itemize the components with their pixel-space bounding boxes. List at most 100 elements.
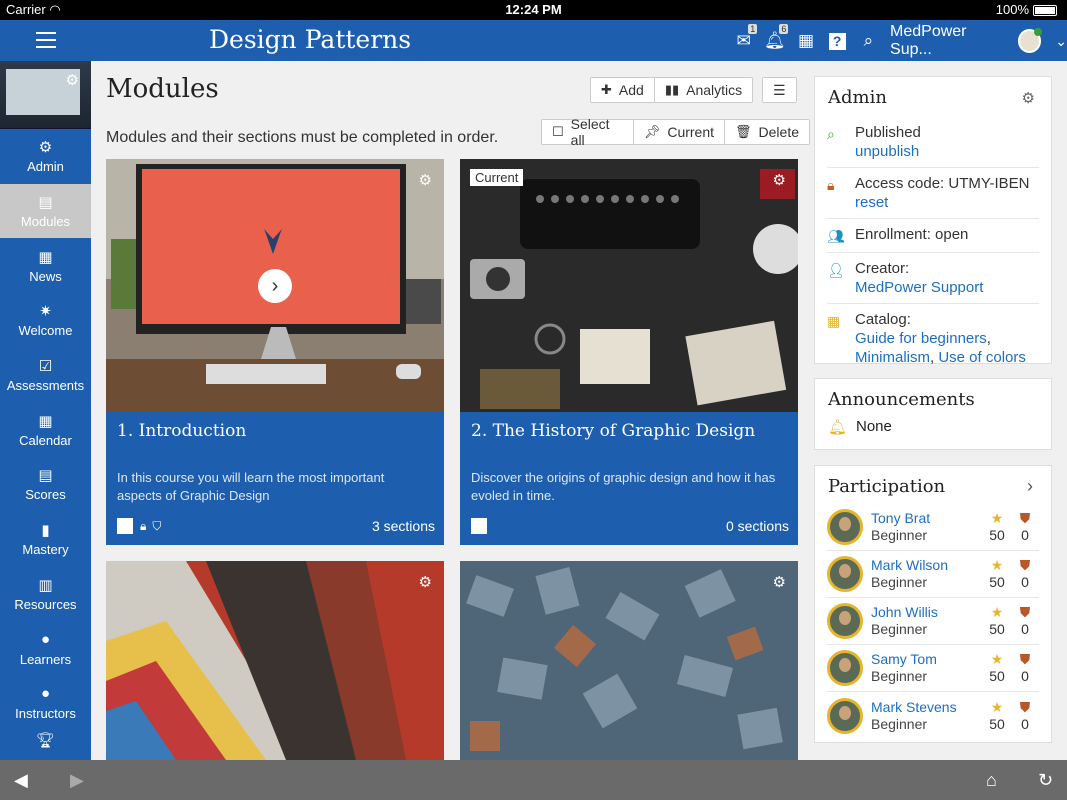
chevron-down-icon[interactable]: ⌄ <box>1055 33 1067 50</box>
list-view-button[interactable]: ☰ <box>763 78 796 102</box>
trash-icon: 🗑︎ <box>735 124 752 139</box>
sidebar-item-calendar[interactable]: ▦ Calendar <box>0 402 91 457</box>
catalog-link-beginners[interactable]: Guide for beginners <box>855 330 987 347</box>
participant-row[interactable]: Tony Brat Beginner ★ 50 ⛊ 0 <box>827 504 1039 551</box>
access-code: Access code: UTMY-IBEN <box>855 175 1030 192</box>
bell-icon[interactable]: 🔔︎ 6 <box>759 24 790 54</box>
module-description: In this course you will learn the most i… <box>117 470 385 503</box>
sidebar-item-admin[interactable]: ⚙ Admin <box>0 129 91 184</box>
module-card-history[interactable]: Current ⚙ 2. The History of Graphic Desi… <box>460 159 798 545</box>
sidebar-item-modules[interactable]: ▤ Modules <box>0 183 91 239</box>
checkbox-icon: ☑ <box>38 358 53 376</box>
calendar-icon[interactable]: ▦ <box>790 28 821 54</box>
catalog-link-minimalism[interactable]: Minimalism <box>855 349 930 366</box>
sidebar-item-news[interactable]: ▦ News <box>0 238 91 293</box>
help-icon[interactable]: ? <box>822 28 853 54</box>
participant-row[interactable]: Mark Stevens Beginner ★ 50 ⛊ 0 <box>827 692 1039 739</box>
user-avatar[interactable] <box>1017 28 1042 53</box>
gear-icon[interactable]: ⚙ <box>66 71 79 89</box>
delete-button[interactable]: 🗑︎ Delete <box>725 120 809 144</box>
search-icon: ⌕ <box>827 126 835 142</box>
add-button[interactable]: ✚ Add <box>591 78 655 102</box>
participant-row[interactable]: John Willis Beginner ★ 50 ⛊ 0 <box>827 598 1039 645</box>
list-icon: ☰ <box>773 81 786 98</box>
gear-icon[interactable]: ⚙ <box>1022 89 1035 107</box>
participant-row[interactable]: Mark Wilson Beginner ★ 50 ⛊ 0 <box>827 551 1039 598</box>
sidebar-item-more[interactable]: 🏆︎ <box>0 731 91 751</box>
avatar <box>827 650 863 686</box>
published-row: ⌕ Published unpublish <box>827 117 1039 168</box>
refresh-icon[interactable]: ↻ <box>1038 770 1053 791</box>
select-all-button[interactable]: ☐ Select all <box>542 116 634 148</box>
module-checkbox[interactable] <box>471 518 487 534</box>
battery-icon <box>1033 5 1057 17</box>
module-card-introduction[interactable]: › ⚙ 1. Introduction In this course you w… <box>106 159 444 545</box>
published-status: Published <box>855 124 921 141</box>
sidebar-item-instructors[interactable]: ● Instructors <box>0 676 91 731</box>
catalog-link-colors[interactable]: Use of colors <box>938 349 1026 366</box>
group-icon: 👥︎ <box>827 228 845 244</box>
course-thumbnail[interactable]: ⚙ <box>0 61 91 129</box>
module-card-typography[interactable]: ⚙ <box>460 561 798 760</box>
sidebar-item-learners[interactable]: ● Learners <box>0 621 91 676</box>
user-name[interactable]: MedPower Sup... <box>890 23 1010 59</box>
sidebar-item-label: News <box>29 268 62 284</box>
enrollment-row: 👥︎ Enrollment: open <box>827 219 1039 253</box>
gear-icon[interactable]: ⚙ <box>419 171 432 189</box>
shield-icon: ⛊ <box>1019 604 1031 620</box>
section-count: 3 sections <box>371 518 435 534</box>
gear-icon[interactable]: ⚙ <box>419 573 432 591</box>
sparkle-icon: ✷ <box>39 303 52 321</box>
bell-badge: 6 <box>779 24 789 34</box>
chevron-right-icon[interactable]: › <box>1027 476 1033 497</box>
catalog-row: ▦ Catalog: Guide for beginners, Minimali… <box>827 311 1026 366</box>
star-icon: ★ <box>990 651 1004 667</box>
gear-icon[interactable]: ⚙ <box>773 573 786 591</box>
participant-row[interactable]: Samy Tom Beginner ★ 50 ⛊ 0 <box>827 645 1039 692</box>
creator-link[interactable]: MedPower Support <box>855 278 983 297</box>
sidebar-item-resources[interactable]: ▥ Resources <box>0 567 91 622</box>
module-image <box>460 159 798 412</box>
star-icon: ★ <box>990 557 1004 573</box>
reset-link[interactable]: reset <box>855 193 1030 212</box>
scores-icon: ▤ <box>38 467 53 485</box>
sidebar-item-label: Resources <box>14 596 77 612</box>
modules-instructions: Modules and their sections must be compl… <box>106 129 499 146</box>
hamburger-menu-icon[interactable] <box>36 32 56 48</box>
module-card-colors[interactable]: ⚙ <box>106 561 444 760</box>
gear-icon[interactable]: ⚙ <box>773 171 786 189</box>
analytics-button[interactable]: ▮▮ Analytics <box>654 78 753 102</box>
sidebar-item-label: Scores <box>25 487 66 503</box>
shield-icon: ⛊ <box>1019 557 1031 573</box>
forward-icon[interactable]: ▶ <box>70 770 84 791</box>
enrollment-status: Enrollment: open <box>855 226 969 243</box>
pin-icon: 📌︎ <box>643 124 661 139</box>
catalog-label: Catalog: <box>855 311 911 328</box>
shield-icon: ⛉ <box>152 518 162 533</box>
catalog-icon: ▦ <box>827 313 841 329</box>
sidebar-item-welcome[interactable]: ✷ Welcome <box>0 293 91 348</box>
add-analytics-group: ✚ Add ▮▮ Analytics <box>590 77 754 103</box>
page-title: Modules <box>106 74 219 104</box>
mail-icon[interactable]: ✉ 1 <box>728 24 759 54</box>
unpublish-link[interactable]: unpublish <box>855 142 921 161</box>
browser-toolbar: ◀ ▶ ⌂ ↻ <box>0 760 1067 800</box>
sidebar-item-scores[interactable]: ▤ Scores <box>0 457 91 512</box>
access-code-row: 🔒︎ Access code: UTMY-IBEN reset <box>827 168 1039 219</box>
current-button[interactable]: 📌︎ Current <box>633 120 726 144</box>
user-icon: ● <box>40 630 51 648</box>
sidebar-item-mastery[interactable]: ▮ Mastery <box>0 512 91 567</box>
resources-icon: ▥ <box>38 576 53 594</box>
search-icon[interactable]: ⌕ <box>853 28 884 54</box>
main-content: Modules ✚ Add ▮▮ Analytics ☰ Modules and t… <box>91 61 810 760</box>
sidebar-item-label: Calendar <box>19 432 72 448</box>
right-panel: Admin ⚙ ⌕ Published unpublish 🔒︎ Access c… <box>810 61 1067 760</box>
sidebar-item-label: Learners <box>19 651 72 667</box>
creator-label: Creator: <box>855 260 910 277</box>
module-checkbox[interactable] <box>117 518 133 534</box>
sidebar-item-assessments[interactable]: ☑ Assessments <box>0 348 91 403</box>
back-icon[interactable]: ◀ <box>14 770 28 791</box>
mail-badge: 1 <box>748 24 758 34</box>
home-icon[interactable]: ⌂ <box>986 770 997 791</box>
chevron-right-icon[interactable]: › <box>258 269 292 303</box>
